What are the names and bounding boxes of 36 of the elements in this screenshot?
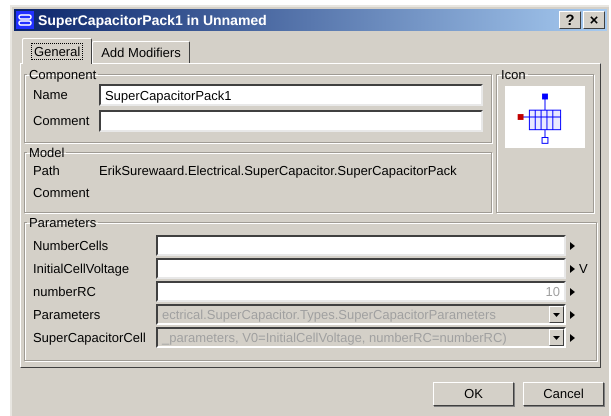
unit-label: V <box>579 260 588 278</box>
field-label: Path <box>33 162 61 180</box>
parameter-label: NumberCells <box>33 236 110 255</box>
arrow-right-icon[interactable] <box>570 264 575 272</box>
field-label: Name <box>33 86 69 104</box>
dropdown-caret-icon[interactable] <box>549 329 564 346</box>
parameter-label: numberRC <box>33 282 97 301</box>
input-field[interactable]: 10 <box>156 281 566 302</box>
arrow-right-icon[interactable] <box>570 288 575 296</box>
parameter-label: Parameters <box>33 306 102 324</box>
group-title: Parameters <box>28 215 98 230</box>
component-icon <box>16 11 34 29</box>
capacitor-pack-icon <box>505 86 585 148</box>
group-title: Icon <box>500 67 527 82</box>
arrow-right-icon[interactable] <box>570 334 575 342</box>
input-field[interactable] <box>99 110 483 132</box>
field-label: Comment <box>33 112 90 130</box>
parameter-label: SuperCapacitorCell <box>33 328 147 347</box>
window-title: SuperCapacitorPack1 in Unnamed <box>38 10 268 30</box>
group-title: Model <box>28 145 66 160</box>
input-field[interactable]: SuperCapacitorPack1 <box>99 84 483 106</box>
dropdown-caret-icon[interactable] <box>549 306 564 323</box>
arrow-right-icon[interactable] <box>570 242 575 250</box>
path-value: ErikSurewaard.Electrical.SuperCapacitor.SuperCapacitorPack <box>99 162 457 180</box>
group-title: Component <box>28 67 98 82</box>
close-button[interactable]: × <box>583 11 605 29</box>
cancel-button[interactable]: Cancel <box>523 382 604 406</box>
input-field[interactable] <box>156 235 566 256</box>
ok-button[interactable]: OK <box>433 382 514 406</box>
help-button[interactable]: ? <box>559 11 581 29</box>
parameter-label: InitialCellVoltage <box>33 260 130 278</box>
tab[interactable]: Add Modifiers <box>92 41 190 63</box>
input-field[interactable] <box>156 258 566 279</box>
arrow-right-icon[interactable] <box>570 310 575 318</box>
field-label: Comment <box>33 184 90 202</box>
tab[interactable]: General <box>22 38 92 64</box>
